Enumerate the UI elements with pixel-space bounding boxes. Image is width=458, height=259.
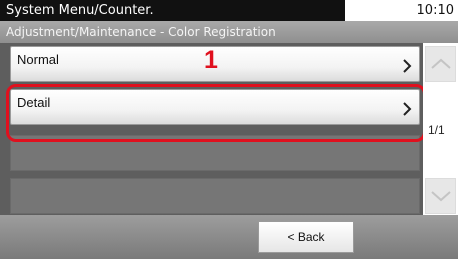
menu-item-detail[interactable]: Detail	[10, 89, 420, 125]
clock: 10:10	[416, 3, 454, 18]
scroll-down-icon	[431, 191, 451, 202]
back-button[interactable]: < Back	[258, 221, 354, 253]
menu-item-label: Detail	[17, 95, 51, 110]
status-bar: System Menu/Counter. 10:10	[0, 0, 458, 21]
menu-list-area: Normal Detail	[0, 43, 458, 215]
step-callout: 1	[204, 46, 218, 74]
scroll-up-button[interactable]	[425, 46, 456, 82]
scroll-down-button[interactable]	[425, 178, 456, 214]
empty-row	[10, 135, 420, 171]
chevron-right-icon	[403, 102, 412, 116]
chevron-right-icon	[403, 59, 412, 73]
breadcrumb: Adjustment/Maintenance - Color Registrat…	[0, 21, 458, 43]
screen-title: System Menu/Counter.	[0, 0, 345, 21]
scroll-up-icon	[431, 58, 451, 69]
page-indicator: 1/1	[428, 123, 445, 137]
bottom-bar	[0, 215, 458, 259]
menu-item-label: Normal	[17, 52, 59, 67]
empty-row	[10, 178, 420, 214]
